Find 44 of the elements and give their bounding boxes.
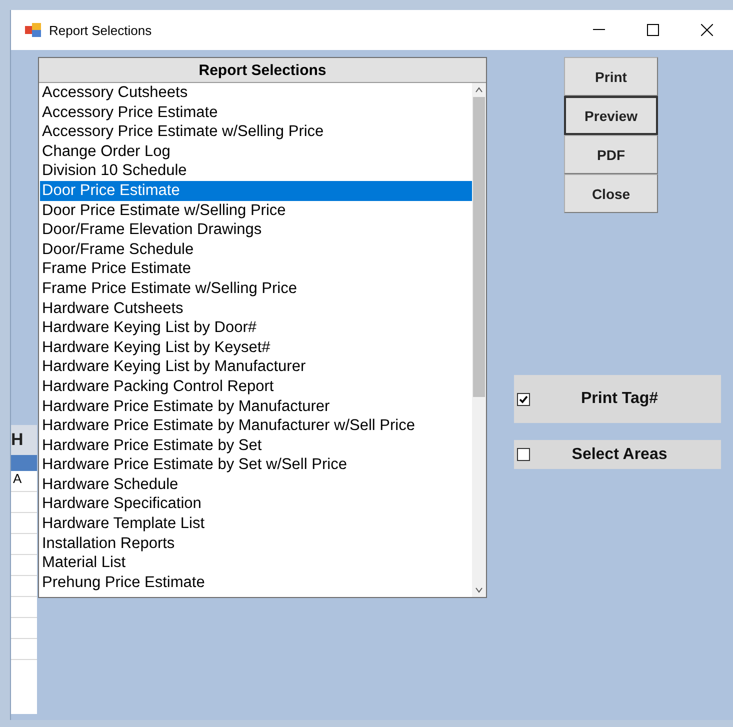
list-item[interactable]: Hardware Price Estimate by Manufacturer w/Sell Price [40,416,472,436]
window-title: Report Selections [49,22,153,38]
action-button[interactable]: Preview [564,96,658,135]
list-item[interactable]: Hardware Price Estimate by Manufacturer [40,396,472,416]
list-item[interactable]: Door/Frame Schedule [40,240,472,260]
report-list[interactable] [38,57,487,598]
list-item[interactable]: Change Order Log [40,142,472,162]
list-item[interactable]: Division 10 Schedule [40,161,472,181]
list-item[interactable]: Hardware Price Estimate by Set w/Sell Price [40,455,472,475]
list-item[interactable]: Accessory Price Estimate w/Selling Price [40,122,472,142]
list-item[interactable]: Door Price Estimate [40,180,472,201]
app-icon [25,23,41,37]
list-item[interactable]: Accessory Price Estimate [40,102,472,122]
list-item[interactable]: Accessory Cutsheets [40,83,472,103]
list-item[interactable]: Hardware Template List [40,514,472,534]
list-item[interactable]: Hardware Packing Control Report [40,376,472,396]
list-item[interactable]: Frame Price Estimate [40,259,472,279]
list-item[interactable]: Door Price Estimate w/Selling Price [40,200,472,220]
action-button[interactable]: PDF [564,135,658,174]
close-icon[interactable] [701,24,713,36]
scrollbar[interactable] [472,83,486,597]
background-header-band [11,455,37,471]
list-item[interactable]: Hardware Keying List by Manufacturer [40,357,472,377]
list-item[interactable]: Hardware Schedule [40,474,472,494]
list-item[interactable]: Door/Frame Elevation Drawings [40,220,472,240]
list-item[interactable]: Hardware Keying List by Keyset# [40,338,472,358]
action-button[interactable]: Close [564,174,658,213]
action-button[interactable]: Print [564,57,658,96]
list-item[interactable]: Material List [40,553,472,573]
scroll-thumb[interactable] [473,97,485,397]
maximize-icon[interactable] [647,24,659,36]
minimize-icon[interactable] [593,29,605,31]
background-heading: H [11,425,37,455]
list-item[interactable]: Frame Price Estimate w/Selling Price [40,278,472,299]
list-item[interactable]: Hardware Specification [40,494,472,514]
list-item[interactable]: Hardware Keying List by Door# [40,318,472,338]
checkbox[interactable] [517,392,530,406]
list-item[interactable]: Hardware Price Estimate by Set [40,436,472,456]
list-item[interactable]: Installation Reports [40,534,472,554]
list-item[interactable]: Hardware Cutsheets [40,298,472,318]
checkbox[interactable] [517,448,530,461]
list-item[interactable]: Prehung Price Estimate [40,572,472,592]
list-header: Report Selections [39,58,486,83]
background-cell: A [11,471,37,492]
